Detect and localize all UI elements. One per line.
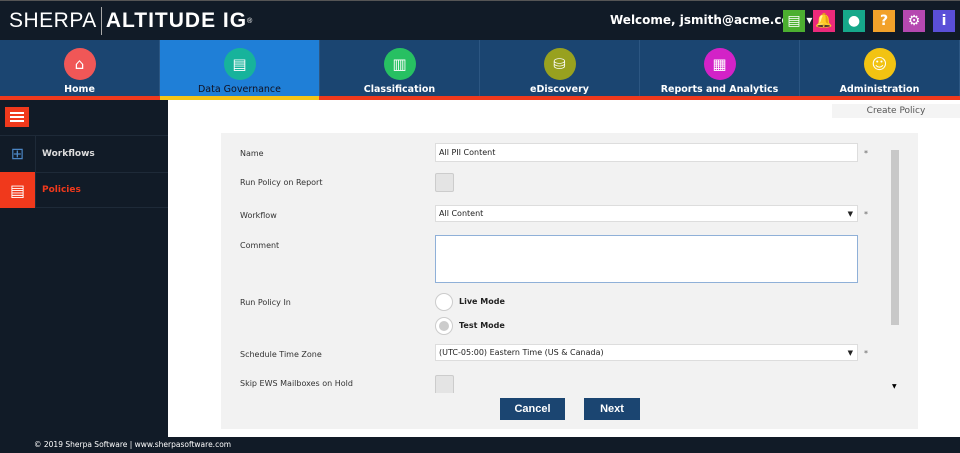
nav-tab-data-governance[interactable]: ▤ Data Governance [160,40,320,100]
nav-label: Home [64,84,95,95]
name-label: Name [240,149,264,158]
main-nav: ⌂ Home ▤ Data Governance ▥ Classification ⛁ eDi… [0,40,960,100]
run-in-label: Run Policy In [240,298,291,307]
help-icon[interactable]: ? [873,10,895,32]
nav-tab-home[interactable]: ⌂ Home [0,40,160,96]
chevron-down-icon: ▼ [847,210,853,218]
run-report-label: Run Policy on Report [240,178,323,187]
live-mode-label: Live Mode [459,297,505,306]
nav-icon: ⌂ [63,48,96,80]
chevron-down-icon: ▼ [847,349,853,357]
skip-ews-checkbox[interactable] [435,375,454,393]
logo-text-left: SHERPA [9,9,97,32]
sidebar-item-label: Workflows [42,148,95,159]
comment-textarea[interactable] [435,235,858,283]
test-mode-label: Test Mode [459,321,505,330]
export-icon[interactable]: ▤ [783,10,805,32]
registered-mark: ® [247,17,253,25]
nav-icon: ▦ [703,48,736,80]
logo-text-right: ALTITUDE IG [105,9,248,32]
required-marker: * [864,349,868,358]
create-policy-form: Name All PII Content * Run Policy on Rep… [221,133,918,429]
nav-icon: ▥ [383,48,416,80]
cancel-button[interactable]: Cancel [500,398,565,420]
workflow-value: All Content [439,209,484,218]
nav-label: Reports and Analytics [660,84,779,95]
nav-label: Administration [839,84,920,95]
nav-tab-classification[interactable]: ▥ Classification [320,40,480,96]
test-mode-radio[interactable] [435,317,453,335]
workflow-select[interactable]: All Content ▼ [435,205,858,222]
sidebar-item-label: Policies [42,185,81,195]
name-input[interactable]: All PII Content [435,143,858,162]
required-marker: * [864,149,868,158]
footer: © 2019 Sherpa Software | www.sherpasoftw… [0,437,960,453]
live-mode-radio[interactable] [435,293,453,311]
support-icon[interactable]: ● [843,10,865,32]
settings-icon[interactable]: ⚙ [903,10,925,32]
timezone-value: (UTC-05:00) Eastern Time (US & Canada) [439,348,604,357]
sidebar-item-policies[interactable]: ▤ Policies [0,172,168,208]
nav-label: eDiscovery [530,84,589,95]
sidebar: ⊞ Workflows ▤ Policies [0,100,168,437]
scroll-down-icon[interactable]: ▼ [892,383,897,390]
skip-ews-label: Skip EWS Mailboxes on Hold [240,379,353,388]
nav-label: Data Governance [197,84,281,95]
form-scrollbar[interactable] [891,150,899,325]
comment-label: Comment [240,241,280,250]
logo: SHERPA ALTITUDE IG ® [9,7,252,35]
info-icon[interactable]: i [933,10,955,32]
timezone-select[interactable]: (UTC-05:00) Eastern Time (US & Canada) ▼ [435,344,858,361]
alert-icon[interactable]: 🔔 [813,10,835,32]
document-icon: ▤ [0,172,36,208]
required-marker: * [864,210,868,219]
nav-label: Classification [363,84,436,95]
next-button[interactable]: Next [584,398,640,420]
timezone-label: Schedule Time Zone [240,350,322,359]
run-report-checkbox[interactable] [435,173,454,192]
sidebar-item-workflows[interactable]: ⊞ Workflows [0,135,168,172]
breadcrumb: Create Policy [832,104,960,118]
top-bar: SHERPA ALTITUDE IG ® Welcome, jsmith@acme… [0,0,960,40]
nav-icon: ⛁ [543,48,576,80]
nav-tab-administration[interactable]: ☺ Administration [800,40,960,96]
workflow-icon: ⊞ [0,135,36,172]
nav-tab-reports-and-analytics[interactable]: ▦ Reports and Analytics [640,40,800,96]
menu-toggle-icon[interactable] [5,107,29,127]
nav-icon: ☺ [863,48,896,80]
nav-icon: ▤ [223,48,256,80]
workflow-label: Workflow [240,211,277,220]
nav-tab-ediscovery[interactable]: ⛁ eDiscovery [480,40,640,96]
